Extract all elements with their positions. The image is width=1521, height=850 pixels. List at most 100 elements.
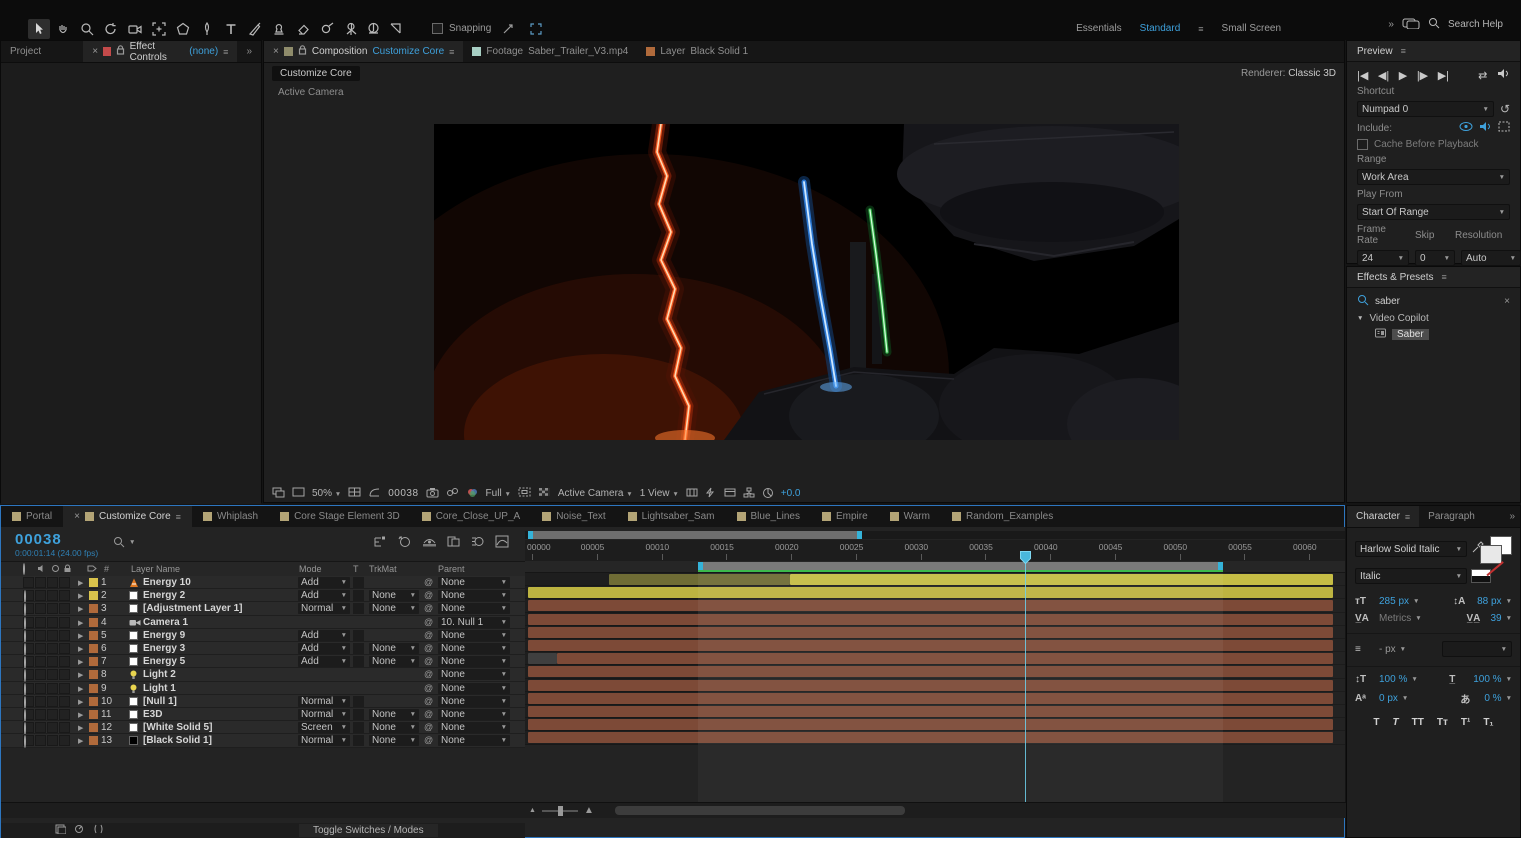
layer-row[interactable]: ▶7Energy 5Add▼None▼@None▼ — [1, 655, 525, 668]
video-toggle[interactable] — [23, 683, 34, 694]
layer-duration-bar[interactable] — [528, 706, 1333, 717]
lock-toggle[interactable] — [59, 643, 70, 654]
lock-toggle[interactable] — [59, 603, 70, 614]
navigator-end-handle[interactable] — [857, 531, 862, 539]
frame-rate-dropdown[interactable]: 24▼ — [1357, 250, 1409, 266]
effects-item-label[interactable]: Saber — [1392, 329, 1429, 340]
reset-icon[interactable]: ↺ — [1500, 102, 1510, 116]
parent-pickwhip-icon[interactable]: @ — [424, 722, 433, 732]
layer-name[interactable]: [Null 1] — [143, 696, 177, 707]
preserve-transparency-toggle[interactable] — [353, 656, 364, 667]
snapshot-icon[interactable] — [426, 487, 439, 500]
skip-dropdown[interactable]: 0▼ — [1415, 250, 1455, 266]
audio-toggle[interactable] — [35, 630, 46, 641]
preserve-transparency-toggle[interactable] — [353, 709, 364, 720]
pen-tool[interactable] — [196, 19, 218, 39]
tracking-value[interactable]: 39 — [1490, 613, 1501, 624]
playhead-marker[interactable] — [1020, 551, 1031, 564]
view-axis-icon[interactable] — [384, 19, 406, 39]
timeline-tab-empire[interactable]: Empire — [811, 506, 879, 527]
panel-menu-icon[interactable]: ≡ — [1405, 512, 1410, 522]
mode-dropdown[interactable]: Add▼ — [298, 643, 350, 654]
play-button[interactable]: ▶ — [1399, 69, 1407, 82]
view-layout-dropdown[interactable]: 1 View ▼ — [640, 488, 679, 499]
tab-project[interactable]: Project — [1, 41, 83, 62]
type-tool[interactable] — [220, 19, 242, 39]
exposure-icon[interactable] — [762, 487, 774, 501]
audio-toggle[interactable] — [35, 603, 46, 614]
layer-name[interactable]: [Adjustment Layer 1] — [143, 603, 242, 614]
next-frame-button[interactable]: |▶ — [1417, 69, 1428, 82]
layer-row[interactable]: ▶5Energy 9Add▼@None▼ — [1, 629, 525, 642]
current-frame[interactable]: 00038 0:00:01:14 (24.00 fps) — [15, 531, 98, 558]
video-toggle[interactable] — [23, 735, 34, 746]
brush-tool[interactable] — [244, 19, 266, 39]
camera-view-dropdown[interactable]: Active Camera ▼ — [558, 488, 633, 499]
layer-duration-bar[interactable] — [528, 680, 1333, 691]
panel-menu-icon[interactable]: ≡ — [1442, 272, 1447, 282]
timeline-tab-core-close-up-a[interactable]: Core_Close_UP_A — [411, 506, 532, 527]
layer-name[interactable]: Camera 1 — [143, 617, 188, 628]
mode-dropdown[interactable]: Add▼ — [298, 630, 350, 641]
parent-dropdown[interactable]: 10. Null 1▼ — [438, 617, 510, 628]
magnification-monitor-icon[interactable] — [292, 487, 305, 500]
world-axis-icon[interactable] — [362, 19, 384, 39]
parent-pickwhip-icon[interactable]: @ — [424, 590, 433, 600]
layer-name[interactable]: Light 2 — [143, 669, 176, 680]
layer-duration-bar[interactable] — [528, 693, 1333, 704]
label-color-chip[interactable] — [89, 710, 98, 719]
workspace-small-screen[interactable]: Small Screen — [1222, 23, 1281, 34]
exposure-value[interactable]: +0.0 — [781, 488, 801, 499]
expand-arrow-icon[interactable]: ▶ — [78, 592, 83, 600]
label-color-chip[interactable] — [89, 591, 98, 600]
layer-name[interactable]: Energy 10 — [143, 577, 191, 588]
layer-name[interactable]: [White Solid 5] — [143, 722, 212, 733]
parent-pickwhip-icon[interactable]: @ — [424, 669, 433, 679]
comp-breadcrumb[interactable]: Customize Core — [272, 66, 360, 81]
include-overlays-icon[interactable] — [1498, 121, 1510, 135]
snapping-checkbox[interactable] — [432, 23, 443, 34]
parent-dropdown[interactable]: None▼ — [438, 643, 510, 654]
play-from-dropdown[interactable]: Start Of Range▼ — [1357, 204, 1510, 220]
tab-effect-controls[interactable]: × Effect Controls (none) ≡ — [83, 41, 237, 62]
solo-toggle[interactable] — [47, 656, 58, 667]
label-color-chip[interactable] — [89, 657, 98, 666]
tab-character[interactable]: Character≡ — [1347, 506, 1419, 527]
parent-pickwhip-icon[interactable]: @ — [424, 577, 433, 587]
parent-dropdown[interactable]: None▼ — [438, 722, 510, 733]
lock-toggle[interactable] — [59, 630, 70, 641]
label-color-chip[interactable] — [89, 618, 98, 627]
parent-dropdown[interactable]: None▼ — [438, 656, 510, 667]
expand-arrow-icon[interactable]: ▶ — [78, 671, 83, 679]
graph-editor-icon[interactable] — [495, 535, 509, 551]
kerning-value[interactable]: Metrics — [1379, 613, 1411, 624]
audio-toggle[interactable] — [35, 709, 46, 720]
toggle-switches-button[interactable]: Toggle Switches / Modes — [299, 824, 438, 837]
timeline-tab-warm[interactable]: Warm — [879, 506, 941, 527]
renderer-info[interactable]: Renderer: Classic 3D — [1241, 68, 1336, 79]
timeline-tab-random-examples[interactable]: Random_Examples — [941, 506, 1064, 527]
parent-pickwhip-icon[interactable]: @ — [424, 656, 433, 666]
work-area-bar[interactable] — [698, 562, 1223, 570]
expand-arrow-icon[interactable]: ▶ — [78, 632, 83, 640]
pixel-aspect-icon[interactable] — [686, 487, 698, 500]
audio-toggle[interactable] — [35, 696, 46, 707]
trkmat-dropdown[interactable]: None▼ — [369, 709, 419, 720]
layer-row[interactable]: ▶10[Null 1]Normal▼@None▼ — [1, 695, 525, 708]
tab-overflow-icon[interactable]: » — [1504, 506, 1520, 527]
parent-pickwhip-icon[interactable]: @ — [424, 617, 433, 627]
vertical-scale-value[interactable]: 100 % — [1379, 674, 1407, 685]
hand-tool[interactable] — [52, 19, 74, 39]
small-caps-toggle[interactable]: Tᴛ — [1437, 717, 1448, 728]
trkmat-dropdown[interactable]: None▼ — [369, 603, 419, 614]
layer-name[interactable]: Energy 3 — [143, 643, 185, 654]
layer-duration-bar[interactable] — [557, 653, 1333, 664]
parent-dropdown[interactable]: None▼ — [438, 669, 510, 680]
horizontal-scale-value[interactable]: 100 % — [1473, 674, 1501, 685]
roto-brush-tool[interactable] — [316, 19, 338, 39]
timeline-tab-whiplash[interactable]: Whiplash — [192, 506, 269, 527]
label-color-chip[interactable] — [89, 631, 98, 640]
video-toggle[interactable] — [23, 617, 34, 628]
workspace-overflow-icon[interactable]: » — [1388, 19, 1394, 30]
parent-dropdown[interactable]: None▼ — [438, 709, 510, 720]
